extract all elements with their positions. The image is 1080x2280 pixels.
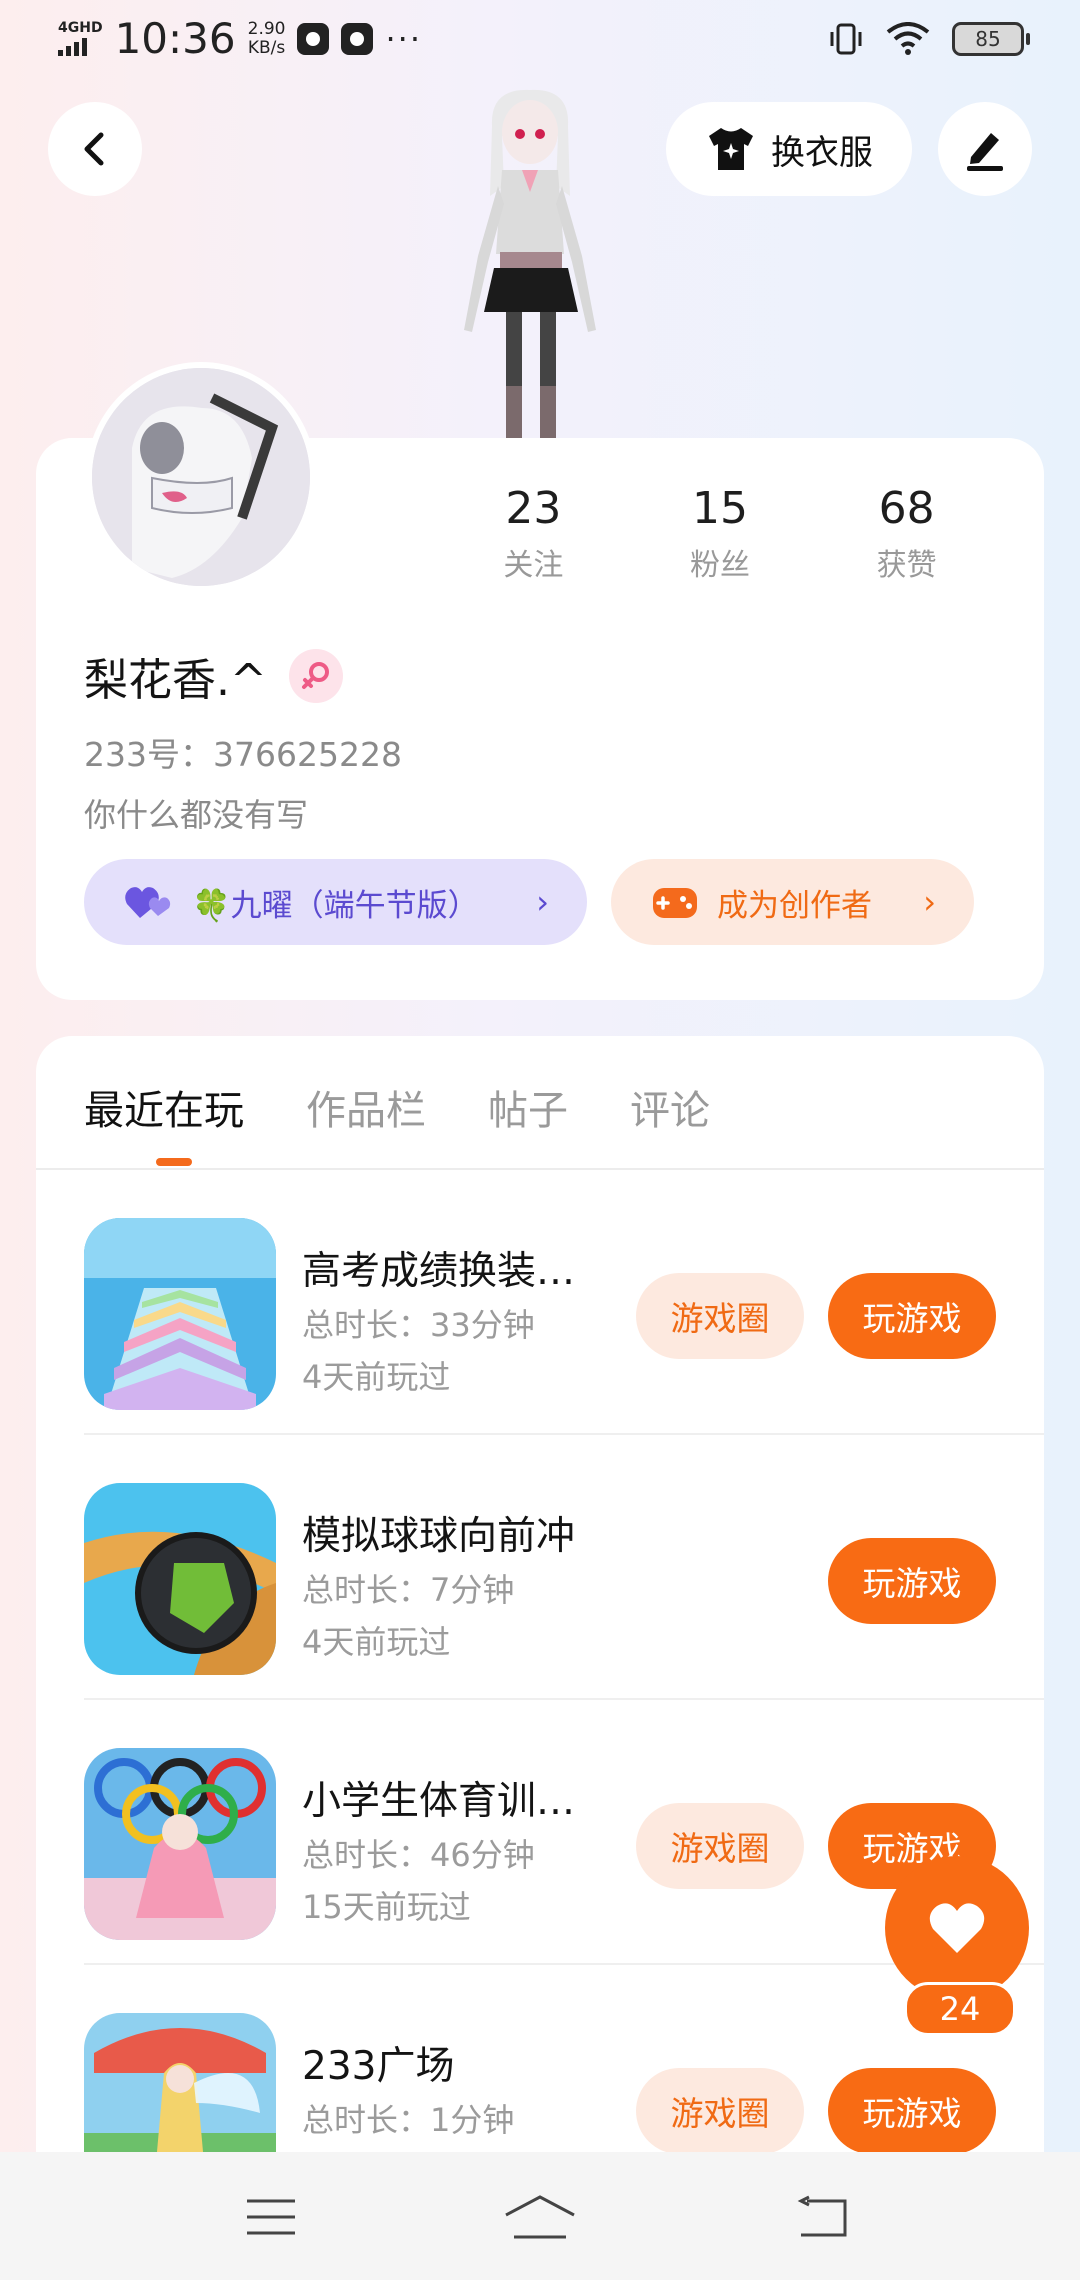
vibrate-icon xyxy=(830,23,862,55)
back-button[interactable] xyxy=(48,102,142,196)
tab-recent[interactable]: 最近在玩 xyxy=(84,1078,244,1136)
game-last-played: 4天前玩过 xyxy=(302,1358,451,1396)
pen-icon xyxy=(967,133,1003,171)
play-game-button[interactable]: 玩游戏 xyxy=(828,1538,996,1624)
tab-works[interactable]: 作品栏 xyxy=(306,1078,426,1136)
game-icon[interactable] xyxy=(84,1218,276,1410)
message-app-icon xyxy=(341,22,374,55)
title-badge-button[interactable]: 🍀九曜（端午节版） › xyxy=(84,859,587,945)
battery-indicator: 85 xyxy=(952,22,1030,56)
recent-games-card: 最近在玩 作品栏 帖子 评论 高考成绩换装… 总时长：33分钟 4天前玩过 游戏… xyxy=(36,1036,1044,2280)
menu-button[interactable] xyxy=(221,2182,321,2252)
tshirt-sparkle-icon xyxy=(709,128,753,170)
game-row[interactable]: 高考成绩换装… 总时长：33分钟 4天前玩过 游戏圈 玩游戏 xyxy=(84,1170,1044,1435)
wifi-icon xyxy=(886,22,930,55)
like-button[interactable] xyxy=(885,1856,1029,2000)
female-icon xyxy=(288,649,343,703)
profile-stats: 23 关注 15 粉丝 68 获赞 xyxy=(440,483,1000,584)
tab-indicator xyxy=(156,1158,192,1166)
hearts-icon xyxy=(125,887,171,918)
play-game-button[interactable]: 玩游戏 xyxy=(828,2068,996,2154)
game-duration: 总时长：46分钟 xyxy=(302,1836,535,1874)
stat-followers[interactable]: 15 粉丝 xyxy=(627,483,814,584)
game-last-played: 4天前玩过 xyxy=(302,1623,451,1661)
stat-label: 粉丝 xyxy=(690,548,750,583)
tab-comments[interactable]: 评论 xyxy=(630,1078,710,1136)
game-title: 模拟球球向前冲 xyxy=(302,1514,576,1559)
gamepad-icon xyxy=(653,888,697,918)
back-nav-button[interactable] xyxy=(773,2182,873,2252)
game-circle-button[interactable]: 游戏圈 xyxy=(636,2068,804,2154)
system-nav-bar xyxy=(0,2152,1080,2280)
network-indicator: 4GHD xyxy=(58,20,103,36)
edit-profile-button[interactable] xyxy=(938,102,1032,196)
play-game-button[interactable]: 玩游戏 xyxy=(828,1273,996,1359)
become-creator-button[interactable]: 成为创作者 › xyxy=(611,859,974,945)
more-notifications: ··· xyxy=(385,19,422,58)
stat-following[interactable]: 23 关注 xyxy=(440,483,627,584)
chevron-right-icon: › xyxy=(923,883,936,921)
game-title: 小学生体育训… xyxy=(302,1779,576,1824)
video-app-icon xyxy=(297,22,330,55)
game-icon[interactable] xyxy=(84,1483,276,1675)
stat-label: 获赞 xyxy=(876,548,937,583)
avatar-image xyxy=(92,368,310,586)
title-badge-label: 🍀九曜（端午节版） xyxy=(192,887,479,924)
game-circle-button[interactable]: 游戏圈 xyxy=(636,1273,804,1359)
stat-number: 68 xyxy=(878,483,935,534)
menu-icon xyxy=(247,2199,295,2235)
avatar[interactable] xyxy=(86,362,316,592)
game-last-played: 15天前玩过 xyxy=(302,1888,471,1926)
stat-number: 23 xyxy=(505,483,562,534)
game-title: 233广场 xyxy=(302,2044,455,2089)
game-title: 高考成绩换装… xyxy=(302,1249,576,1294)
stat-label: 关注 xyxy=(503,548,564,583)
signal-icon xyxy=(58,36,103,56)
game-duration: 总时长：1分钟 xyxy=(302,2101,515,2139)
heart-icon xyxy=(929,1903,985,1953)
become-creator-label: 成为创作者 xyxy=(717,887,872,924)
tab-bar: 最近在玩 作品栏 帖子 评论 xyxy=(84,1078,772,1136)
clock: 10:36 xyxy=(114,14,236,63)
game-row[interactable]: 模拟球球向前冲 总时长：7分钟 4天前玩过 玩游戏 xyxy=(84,1435,1044,1700)
game-duration: 总时长：33分钟 xyxy=(302,1306,535,1344)
game-icon[interactable] xyxy=(84,1748,276,1940)
chevron-left-icon xyxy=(84,132,104,166)
change-outfit-label: 换衣服 xyxy=(771,132,873,173)
user-name: 梨花香.^ xyxy=(84,644,343,708)
like-count: 24 xyxy=(904,1982,1016,2036)
stat-number: 15 xyxy=(692,483,748,534)
avatar-character-figure[interactable] xyxy=(430,86,630,438)
change-outfit-button[interactable]: 换衣服 xyxy=(666,102,912,196)
tab-posts[interactable]: 帖子 xyxy=(488,1078,568,1136)
game-circle-button[interactable]: 游戏圈 xyxy=(636,1803,804,1889)
status-bar: 4GHD 10:36 2.90 KB/s ··· 85 xyxy=(0,0,1080,84)
home-icon xyxy=(505,2195,575,2239)
stat-likes[interactable]: 68 获赞 xyxy=(813,483,1000,584)
back-icon xyxy=(797,2195,847,2237)
net-speed-value: 2.90 xyxy=(247,18,286,39)
user-id: 233号：376625228 xyxy=(84,735,402,774)
home-button[interactable] xyxy=(490,2182,590,2252)
chevron-right-icon: › xyxy=(536,883,549,921)
user-bio: 你什么都没有写 xyxy=(84,796,309,834)
user-name-text: 梨花香.^ xyxy=(84,655,267,706)
net-speed: 2.90 KB/s xyxy=(247,18,286,58)
game-duration: 总时长：7分钟 xyxy=(302,1571,515,1609)
net-speed-unit: KB/s xyxy=(247,37,286,58)
